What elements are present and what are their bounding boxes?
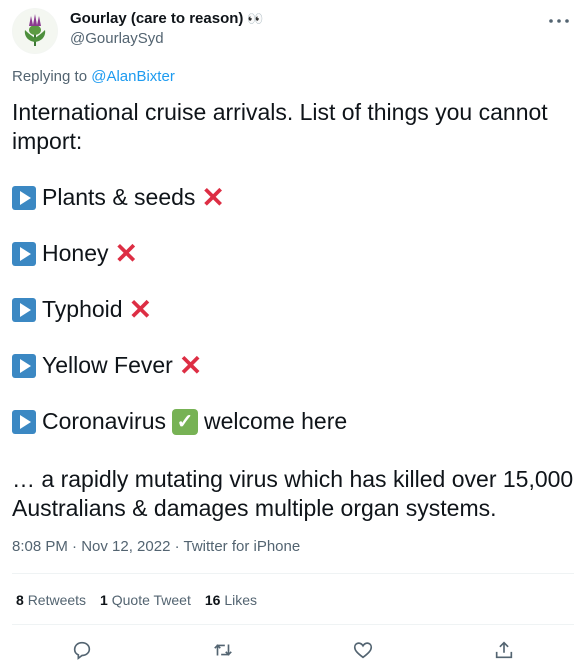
retweets-count: 8 [16,592,24,608]
cross-mark-icon: ✕ [128,293,153,325]
author-handle[interactable]: @GourlaySyd [70,30,164,47]
list-item: Honey ✕ [12,237,138,269]
list-item: Coronavirus ✓ welcome here [12,408,347,435]
likes-stat[interactable]: 16 Likes [205,592,257,608]
list-item: Plants & seeds ✕ [12,181,225,213]
tweet-intro: International cruise arrivals. List of t… [12,99,548,154]
retweets-stat[interactable]: 8 Retweets [16,592,86,608]
list-item-label: Honey [42,240,109,266]
list-item-label: Coronavirus [42,408,166,434]
list-item: Yellow Fever ✕ [12,349,203,381]
list-item-note: welcome here [204,408,348,434]
play-button-emoji-icon [12,409,36,434]
thistle-logo-icon [13,9,57,53]
author-name-text: Gourlay (care to reason) [70,10,244,27]
tweet-stats: 8 Retweets 1 Quote Tweet 16 Likes [16,592,257,608]
likes-label: Likes [224,592,258,608]
likes-count: 16 [204,592,221,608]
tweet-timestamp[interactable]: 8:08 PM · Nov 12, 2022 · Twitter for iPh… [12,538,300,555]
quotes-label: Quote Tweet [111,592,191,608]
reply-icon[interactable] [65,633,99,667]
divider [12,573,574,574]
replying-to-label: Replying to [12,68,92,85]
like-icon[interactable] [346,633,380,667]
share-icon[interactable] [487,633,521,667]
play-button-emoji-icon [12,241,36,266]
list-item-label: Typhoid [42,296,123,322]
tweet-actions [12,632,574,668]
cross-mark-icon: ✕ [201,181,225,213]
author-name[interactable]: Gourlay (care to reason) 👀 [70,10,264,27]
tweet-tail-text: … a rapidly mutating virus which has kil… [12,466,574,521]
list-item: Typhoid ✕ [12,293,153,325]
cross-mark-icon: ✕ [114,237,138,269]
cross-mark-icon: ✕ [178,349,203,381]
retweets-label: Retweets [27,592,87,608]
replying-to: Replying to @AlanBixter [12,68,175,85]
reply-target-link[interactable]: @AlanBixter [91,68,175,85]
check-mark-icon: ✓ [172,408,198,435]
quotes-stat[interactable]: 1 Quote Tweet [100,592,191,608]
list-item-label: Plants & seeds [42,184,196,210]
play-button-emoji-icon [12,185,36,210]
tweet-text: International cruise arrivals. List of t… [12,98,574,156]
list-item-label: Yellow Fever [42,352,173,378]
avatar[interactable] [12,8,58,54]
divider [12,624,574,625]
play-button-emoji-icon [12,297,36,322]
quotes-count: 1 [100,592,108,608]
eyes-emoji: 👀 [247,10,264,26]
play-button-emoji-icon [12,353,36,378]
tweet-header: Gourlay (care to reason) 👀 @GourlaySyd [12,8,572,58]
retweet-icon[interactable] [206,633,240,667]
more-icon[interactable] [548,8,570,29]
